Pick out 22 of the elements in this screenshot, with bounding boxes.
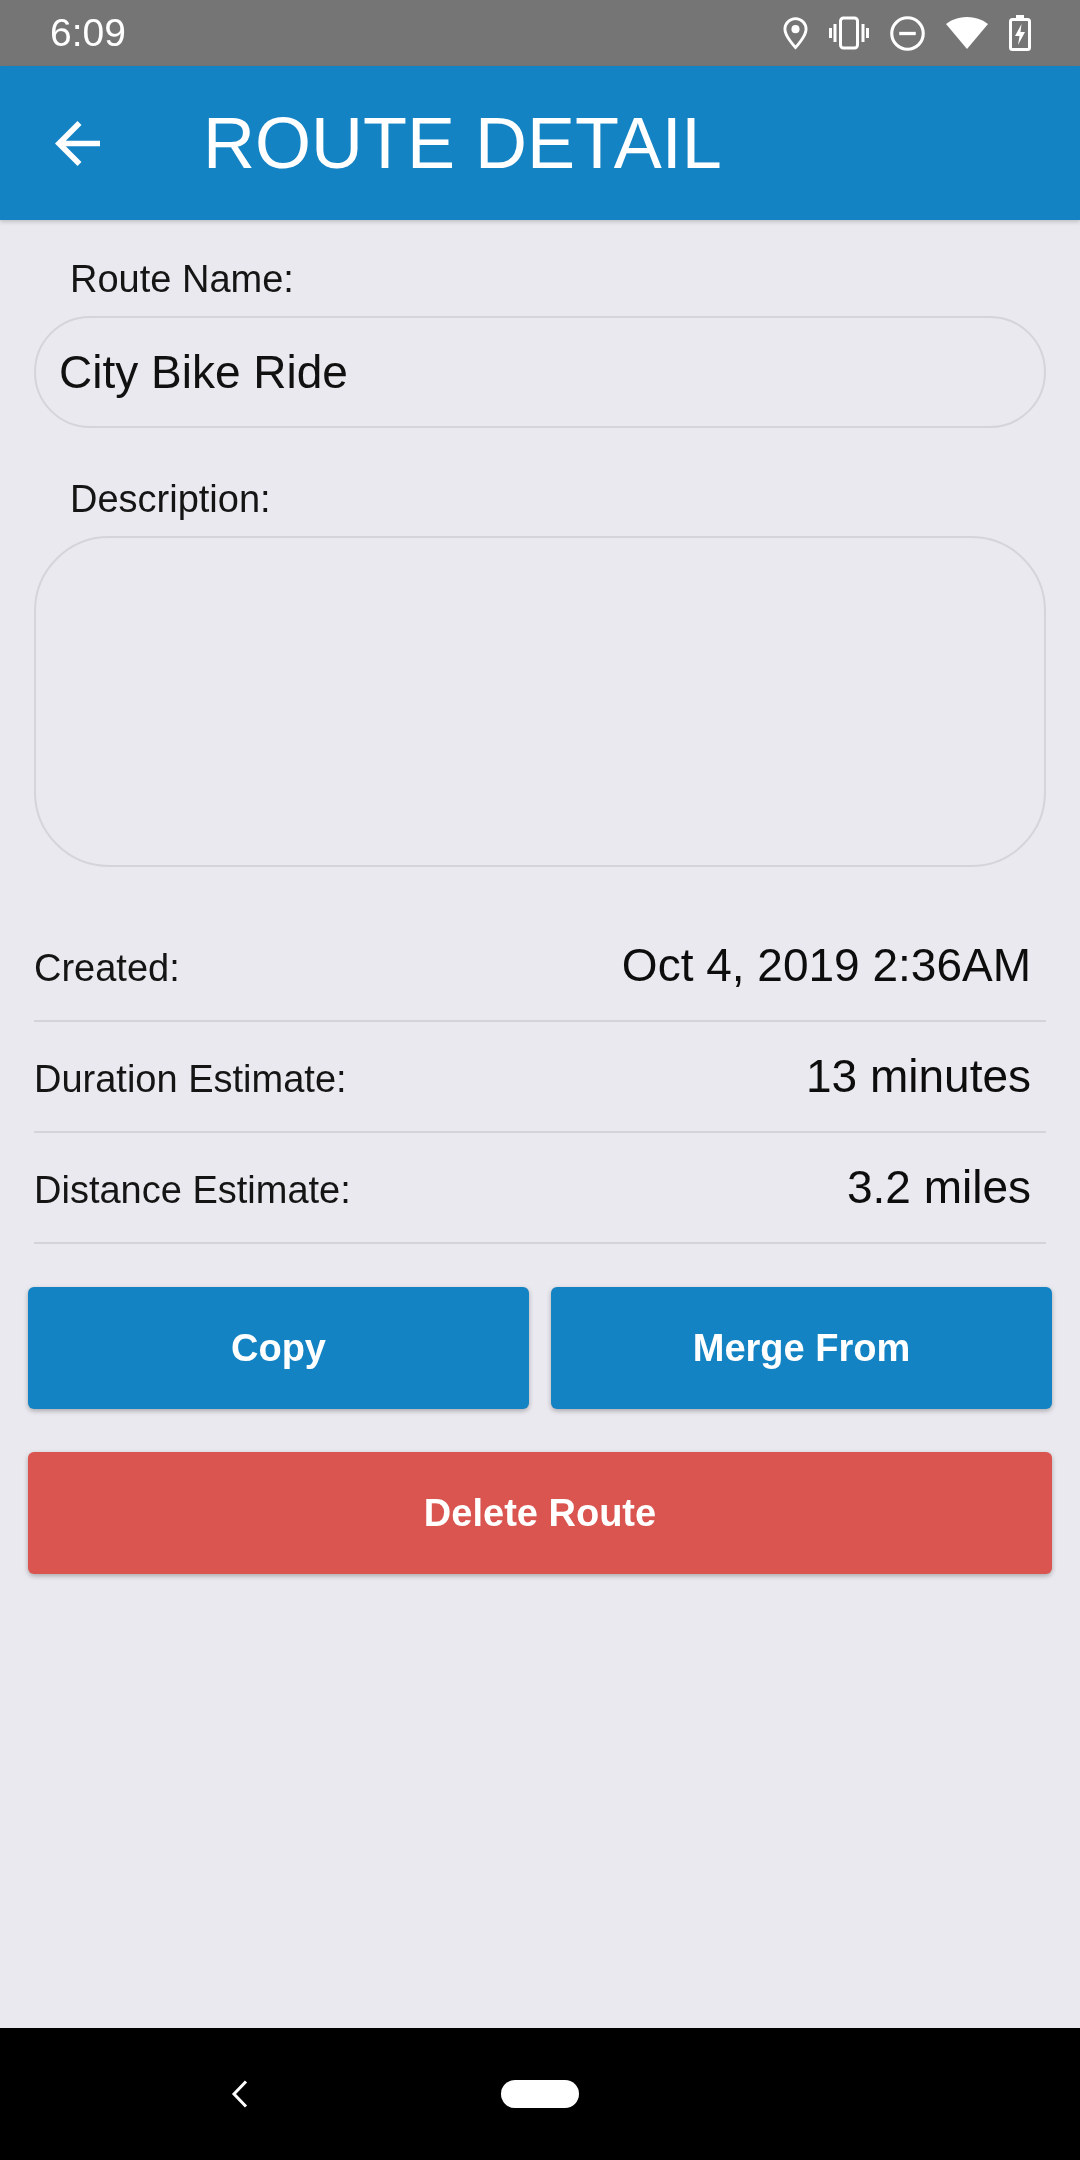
vibrate-icon <box>829 16 869 50</box>
field-label: Description: <box>69 477 272 522</box>
action-button[interactable]: Copy <box>28 1287 529 1409</box>
detail-label: Duration Estimate: <box>34 1057 347 1102</box>
wifi-icon <box>946 17 988 49</box>
status-time: 6:09 <box>50 10 126 56</box>
home-pill-icon[interactable] <box>501 2080 579 2108</box>
battery-charging-icon <box>1009 15 1031 51</box>
delete-button[interactable]: Delete Route <box>28 1452 1052 1574</box>
detail-value: 3.2 miles <box>846 1160 1031 1215</box>
text-field[interactable]: City Bike Ride <box>34 316 1046 428</box>
back-icon[interactable] <box>231 2080 248 2108</box>
detail-label: Created: <box>34 946 180 991</box>
field-label: Route Name: <box>69 257 295 302</box>
detail-label: Distance Estimate: <box>34 1168 351 1213</box>
minus-circle-icon <box>890 15 925 51</box>
detail-value: 13 minutes <box>806 1049 1031 1104</box>
detail-value: Oct 4, 2019 2:36AM <box>621 938 1031 993</box>
action-button[interactable]: Merge From <box>551 1287 1052 1409</box>
location-pin-icon <box>783 16 808 50</box>
screen-title: ROUTE DETAIL <box>203 102 722 185</box>
back-arrow-icon[interactable] <box>55 120 100 166</box>
